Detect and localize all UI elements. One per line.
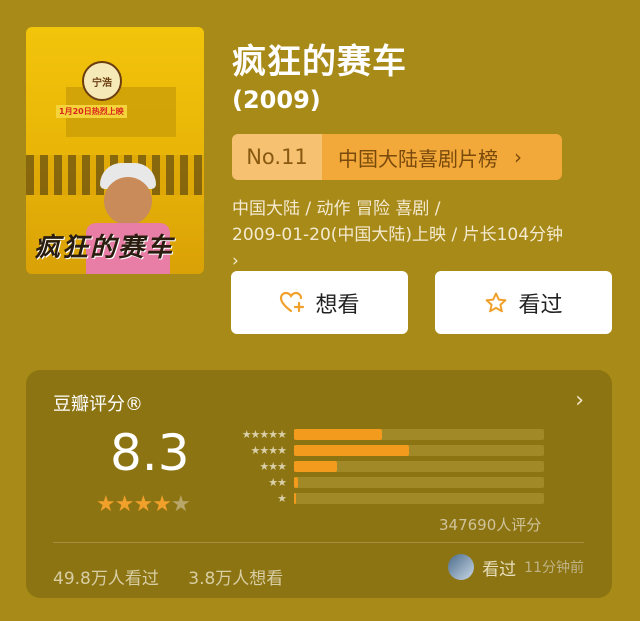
rating-count: 347690人评分 — [439, 516, 542, 534]
seen-label: 看过 — [518, 292, 563, 318]
poster-release-date: 1月20日热烈上映 — [56, 105, 127, 118]
heart-plus-icon — [280, 291, 305, 312]
movie-year: (2009) — [232, 86, 321, 114]
meta-release: 2009-01-20(中国大陆)上映 / 片长104分钟 — [232, 225, 564, 245]
star-filled-icon: ★ — [96, 492, 116, 517]
star-outline-icon — [486, 292, 507, 312]
distribution-track — [294, 444, 544, 456]
distribution-row: ★★★ — [222, 459, 544, 473]
distribution-bar — [294, 492, 296, 504]
distribution-stars-icon: ★ — [277, 491, 287, 505]
distribution-track — [294, 428, 544, 440]
distribution-row: ★★★★ — [222, 443, 544, 457]
distribution-track — [294, 476, 544, 488]
divider — [53, 542, 584, 543]
distribution-track — [294, 492, 544, 504]
distribution-stars-icon: ★★ — [268, 475, 287, 489]
avatar — [448, 554, 475, 580]
distribution-track — [294, 460, 544, 472]
seen-count[interactable]: 49.8万人看过 — [53, 569, 159, 589]
recent-status: 看过 — [482, 559, 517, 580]
rating-score: 8.3 — [110, 424, 190, 482]
distribution-bar — [294, 428, 382, 440]
chevron-right-icon: › — [514, 145, 522, 169]
distribution-row: ★★ — [222, 475, 544, 489]
rating-card: 豆瓣评分® › 8.3 ★★★★★ ★★★★★ ★★★★ ★★★ ★★ ★ 347690… — [26, 370, 612, 598]
poster-face-art — [104, 177, 152, 225]
ranking-tag[interactable]: No.11 中国大陆喜剧片榜 › — [232, 134, 562, 180]
rank-list: 中国大陆喜剧片榜 › — [322, 134, 562, 180]
star-filled-icon: ★ — [133, 492, 153, 517]
star-empty-icon: ★ — [170, 492, 191, 517]
movie-title: 疯狂的赛车 — [232, 42, 407, 82]
distribution-stars-icon: ★★★★★ — [241, 427, 287, 441]
recent-activity[interactable]: 看过 11分钟前 — [448, 554, 584, 580]
rating-label: 豆瓣评分® — [53, 394, 143, 415]
recent-time: 11分钟前 — [524, 560, 584, 576]
distribution-bar — [294, 460, 337, 472]
distribution-row: ★ — [222, 491, 544, 505]
want-label: 想看 — [315, 292, 360, 318]
meta-genres: 中国大陆 / 动作 冒险 喜剧 / — [232, 199, 441, 219]
rank-list-name: 中国大陆喜剧片榜 — [338, 146, 498, 171]
chevron-right-icon[interactable]: › — [575, 388, 584, 413]
rank-number: No.11 — [232, 134, 322, 180]
distribution-stars-icon: ★★★★ — [250, 443, 287, 457]
distribution-stars-icon: ★★★ — [259, 459, 287, 473]
distribution-bar — [294, 444, 409, 456]
rating-stars: ★★★★★ — [96, 492, 191, 517]
want-to-watch-button[interactable]: 想看 — [231, 271, 408, 334]
movie-meta[interactable]: 中国大陆 / 动作 冒险 喜剧 / 2009-01-20(中国大陆)上映 / 片… — [232, 196, 563, 274]
poster-title-logo: 疯狂的赛车 — [34, 233, 175, 263]
poster-director-badge: 宁浩 — [82, 61, 122, 101]
movie-poster[interactable]: 宁浩 1月20日热烈上映 疯狂的赛车 — [26, 27, 204, 274]
watched-button[interactable]: 看过 — [435, 271, 612, 334]
want-count[interactable]: 3.8万人想看 — [188, 569, 283, 589]
star-filled-icon: ★ — [114, 492, 135, 517]
distribution-bar — [294, 476, 298, 488]
star-filled-icon: ★ — [152, 492, 172, 517]
watch-stats: 49.8万人看过 3.8万人想看 — [53, 564, 307, 589]
distribution-row: ★★★★★ — [222, 427, 544, 441]
